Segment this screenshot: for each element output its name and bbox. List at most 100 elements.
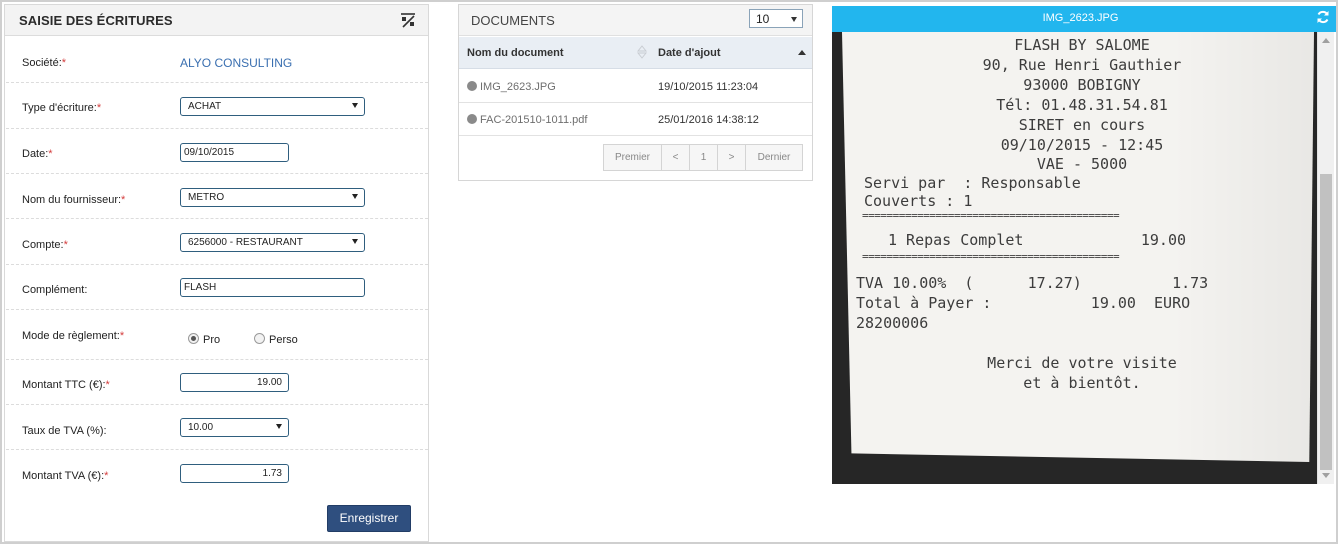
required-mark: * — [104, 470, 109, 482]
chevron-down-icon — [352, 103, 358, 108]
receipt-line: Tél: 01.48.31.54.81 — [996, 96, 1168, 114]
fournisseur-select[interactable]: METRO — [180, 188, 365, 207]
receipt-line: FLASH BY SALOME — [1014, 36, 1150, 54]
file-icon — [467, 81, 477, 91]
row-reglement: Mode de règlement:* Pro Perso — [6, 310, 428, 360]
receipt-line: Servi par : Responsable — [864, 174, 1081, 192]
viewer-scrollbar[interactable] — [1317, 32, 1334, 484]
required-mark: * — [96, 102, 102, 114]
document-date: 25/01/2016 14:38:12 — [658, 114, 759, 126]
scrollbar-thumb[interactable] — [1320, 174, 1332, 470]
radio-pro-label[interactable]: Pro — [203, 334, 220, 346]
type-ecriture-select[interactable]: ACHAT — [180, 97, 365, 116]
receipt-line: VAE - 5000 — [1036, 155, 1128, 173]
row-montant-ttc: Montant TTC (€):* 19.00 — [6, 360, 428, 405]
receipt-line: 28200006 — [856, 314, 929, 332]
save-button[interactable]: Enregistrer — [327, 505, 411, 532]
receipt-line: TVA 10.00% ( 17.27) 1.73 — [856, 274, 1209, 292]
document-name[interactable]: IMG_2623.JPG — [480, 81, 556, 93]
row-fournisseur: Nom du fournisseur:* METRO — [6, 174, 428, 219]
table-row[interactable]: IMG_2623.JPG 19/10/2015 11:23:04 — [459, 70, 812, 103]
receipt-separator: ========================================… — [862, 209, 1120, 222]
receipt-line: Merci de votre visite — [987, 354, 1177, 372]
required-mark: * — [121, 194, 126, 206]
form-title: SAISIE DES ÉCRITURES — [19, 13, 173, 28]
chevron-down-icon — [791, 17, 797, 22]
receipt-line: 90, Rue Henri Gauthier — [982, 56, 1182, 74]
receipt-separator: ========================================… — [862, 250, 1120, 263]
receipt-line: Couverts : 1 — [864, 192, 973, 210]
compte-label: Compte: — [22, 239, 64, 251]
row-type-ecriture: Type d'écriture:* ACHAT — [6, 83, 428, 129]
row-date: Date:* 09/10/2015 — [6, 129, 428, 174]
document-date: 19/10/2015 11:23:04 — [658, 81, 759, 93]
pager-first[interactable]: Premier — [603, 144, 662, 171]
date-input[interactable]: 09/10/2015 — [180, 143, 289, 162]
receipt-line: 09/10/2015 - 12:45 — [1000, 136, 1164, 154]
taux-tva-value: 10.00 — [188, 422, 214, 433]
receipt-line: 1 Repas Complet 19.00 — [888, 231, 1187, 249]
file-icon — [467, 114, 477, 124]
table-row[interactable]: FAC-201510-1011.pdf 25/01/2016 14:38:12 — [459, 103, 812, 136]
viewer-filename: IMG_2623.JPG — [1042, 12, 1119, 24]
montant-tva-label: Montant TVA (€): — [22, 470, 105, 482]
montant-tva-input[interactable]: 1.73 — [180, 464, 289, 483]
app-window: SAISIE DES ÉCRITURES Société:* ALYO CONS… — [0, 0, 1338, 544]
societe-label: Société: — [22, 57, 62, 69]
row-compte: Compte:* 6256000 - RESTAURANT — [6, 219, 428, 265]
pager-page[interactable]: 1 — [689, 144, 718, 171]
required-mark: * — [61, 57, 67, 69]
row-montant-tva: Montant TVA (€):* 1.73 — [6, 450, 428, 496]
scroll-up-icon[interactable] — [1322, 38, 1330, 43]
percent-icon[interactable] — [400, 12, 416, 28]
required-mark: * — [63, 239, 68, 251]
pager-last[interactable]: Dernier — [745, 144, 803, 171]
chevron-down-icon — [352, 194, 358, 199]
receipt-line: SIRET en cours — [1018, 116, 1146, 134]
documents-panel: DOCUMENTS 10 Nom du document Date d'ajou… — [458, 4, 813, 181]
date-label: Date: — [22, 148, 49, 160]
montant-ttc-input[interactable]: 19.00 — [180, 373, 289, 392]
taux-tva-select[interactable]: 10.00 — [180, 418, 289, 437]
chevron-down-icon — [276, 424, 282, 429]
viewer-header: IMG_2623.JPG — [832, 6, 1336, 32]
receipt-photo: FLASH BY SALOME 90, Rue Henri Gauthier 9… — [832, 32, 1317, 484]
row-societe: Société:* ALYO CONSULTING — [6, 37, 428, 83]
type-ecriture-label: Type d'écriture: — [22, 102, 97, 114]
pager-next[interactable]: > — [717, 144, 746, 171]
compte-value: 6256000 - RESTAURANT — [188, 237, 303, 248]
type-ecriture-value: ACHAT — [188, 101, 222, 112]
refresh-icon[interactable] — [1316, 10, 1330, 24]
pager-prev[interactable]: < — [661, 144, 690, 171]
col-date-ajout[interactable]: Date d'ajout — [658, 47, 721, 59]
sort-ascending-icon[interactable] — [798, 50, 806, 55]
row-taux-tva: Taux de TVA (%): 10.00 — [6, 405, 428, 450]
receipt-line: Total à Payer : 19.00 EURO — [856, 294, 1191, 312]
page-size-value: 10 — [756, 12, 770, 26]
reglement-label: Mode de règlement: — [22, 330, 120, 342]
radio-pro[interactable] — [188, 333, 199, 344]
chevron-down-icon — [352, 239, 358, 244]
fournisseur-label: Nom du fournisseur: — [22, 194, 122, 206]
sort-icon[interactable] — [637, 45, 647, 59]
required-mark: * — [119, 330, 125, 342]
table-header: Nom du document Date d'ajout — [459, 37, 812, 69]
document-name[interactable]: FAC-201510-1011.pdf — [480, 114, 587, 126]
scroll-down-icon[interactable] — [1322, 473, 1330, 478]
col-nom-document[interactable]: Nom du document — [467, 47, 564, 59]
radio-perso[interactable] — [254, 333, 265, 344]
receipt-line: et à bientôt. — [1023, 374, 1141, 392]
page-size-select[interactable]: 10 — [749, 9, 803, 28]
fournisseur-value: METRO — [188, 192, 225, 203]
row-complement: Complément: FLASH — [6, 265, 428, 310]
radio-perso-label[interactable]: Perso — [269, 334, 298, 346]
complement-label: Complément: — [22, 284, 88, 296]
societe-value: ALYO CONSULTING — [180, 56, 293, 70]
compte-select[interactable]: 6256000 - RESTAURANT — [180, 233, 365, 252]
taux-tva-label: Taux de TVA (%): — [22, 425, 107, 437]
required-mark: * — [48, 148, 53, 160]
receipt-paper: FLASH BY SALOME 90, Rue Henri Gauthier 9… — [842, 32, 1314, 462]
complement-input[interactable]: FLASH — [180, 278, 365, 297]
receipt-line: 93000 BOBIGNY — [1023, 76, 1141, 94]
form-header: SAISIE DES ÉCRITURES — [5, 5, 428, 36]
